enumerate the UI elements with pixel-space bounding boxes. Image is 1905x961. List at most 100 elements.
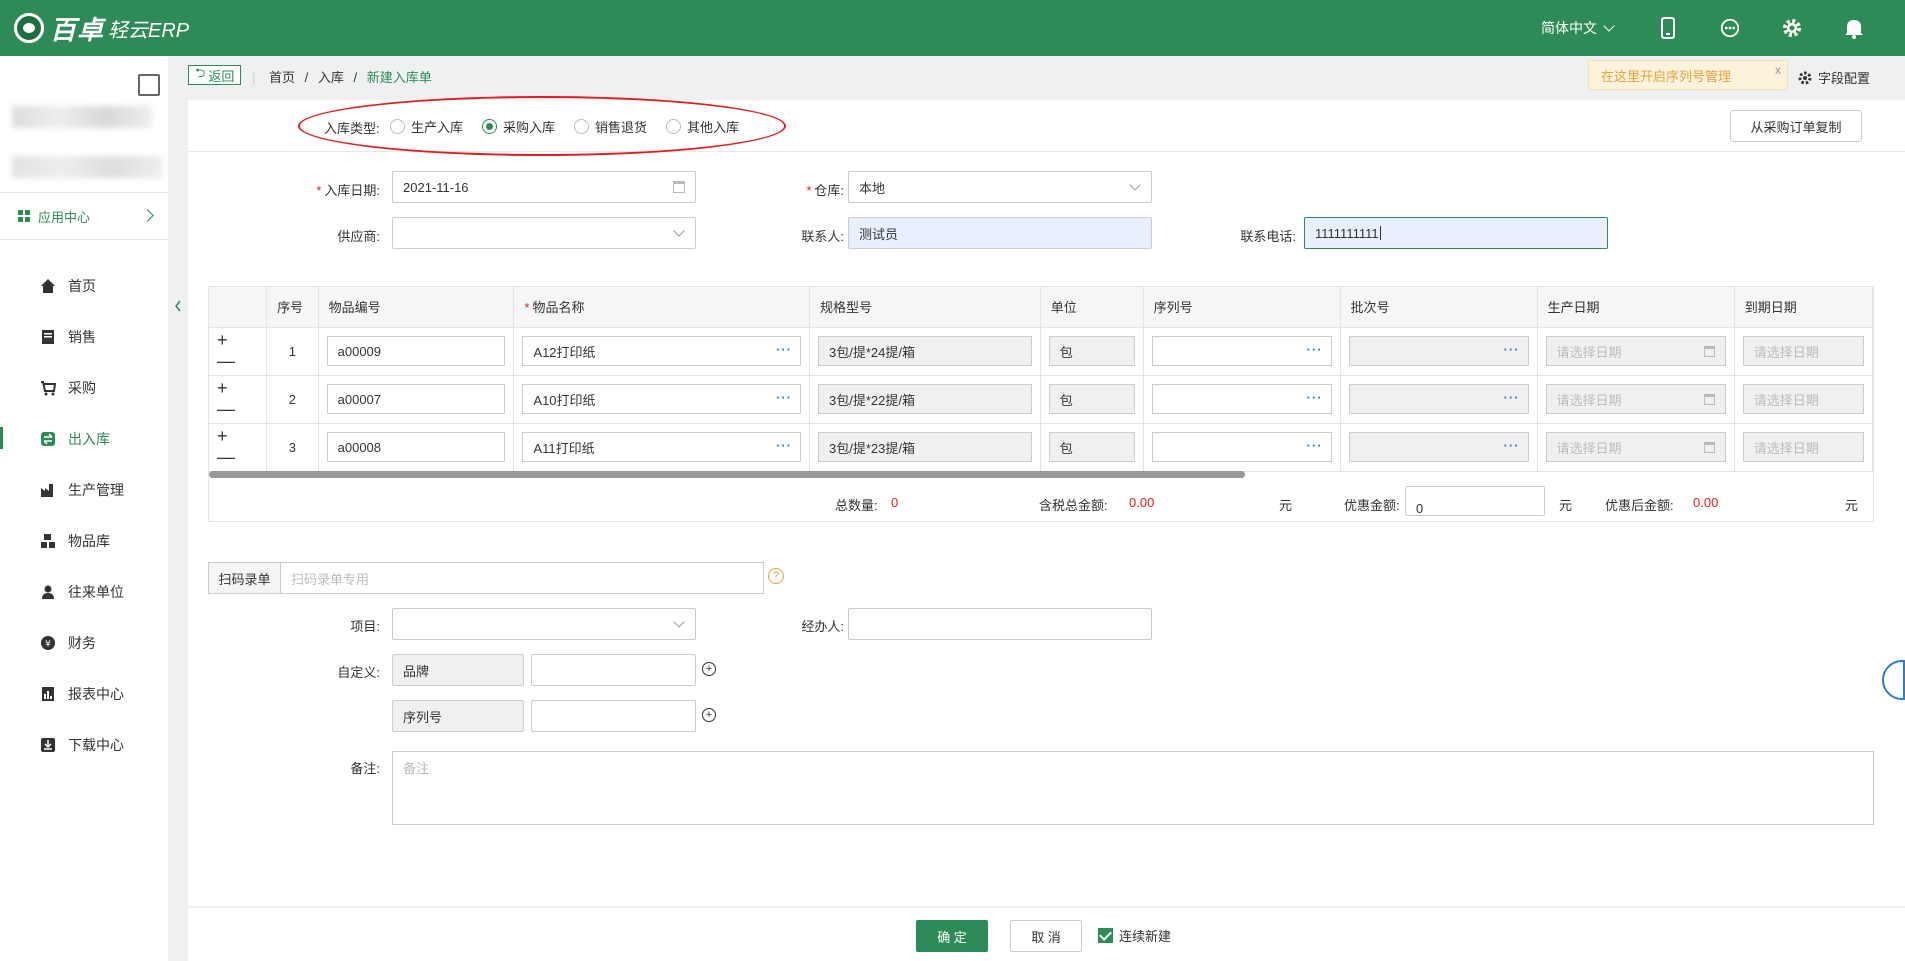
custom-name-1: 品牌 [403, 663, 430, 679]
back-button[interactable]: ⮌ 返回 [188, 65, 242, 85]
more-icon[interactable]: ··· [1307, 342, 1323, 357]
help-icon[interactable]: ? [768, 568, 784, 584]
supplier-select[interactable] [392, 217, 696, 249]
handler-label: 经办人: [801, 619, 844, 634]
unit-value: 包 [1059, 392, 1073, 408]
more-icon[interactable]: ··· [1504, 390, 1520, 405]
warehouse-select[interactable]: 本地 [848, 171, 1152, 203]
support-icon[interactable] [1719, 17, 1741, 39]
name-input[interactable]: A10打印纸 ··· [522, 384, 801, 414]
batch-input[interactable]: ··· [1348, 432, 1529, 462]
contact-field[interactable]: 测试员 [848, 217, 1152, 249]
sidebar-item-purchase[interactable]: 采购 [0, 362, 168, 413]
sidebar-item-goods[interactable]: 物品库 [0, 515, 168, 566]
chevron-down-icon [1603, 20, 1615, 32]
inbound-date-field[interactable]: 2021-11-16 [392, 171, 696, 203]
row-actions[interactable]: + — [209, 327, 268, 376]
sidebar-item-production[interactable]: 生产管理 [0, 464, 168, 515]
qr-code-icon[interactable] [138, 74, 160, 96]
radio-other-inbound[interactable]: 其他入库 [666, 117, 739, 136]
collapse-sidebar-button[interactable] [172, 296, 184, 316]
close-icon[interactable]: x [1775, 63, 1781, 77]
row-actions[interactable]: + — [209, 423, 268, 472]
radio-purchase-inbound[interactable]: 采购入库 [482, 117, 555, 136]
mfg-date-input[interactable]: 请选择日期 [1545, 336, 1726, 366]
cell-unit: 包 [1040, 375, 1144, 424]
sidebar-item-finance[interactable]: ¥ 财务 [0, 617, 168, 668]
add-circle-icon[interactable]: + [702, 708, 716, 722]
serial-input[interactable]: ··· [1151, 336, 1332, 366]
logo[interactable]: 百卓 轻云ERP [14, 8, 189, 48]
row-actions[interactable]: + — [209, 375, 268, 424]
app-center-link[interactable]: 应用中心 [0, 192, 168, 240]
mfg-date-input[interactable]: 请选择日期 [1545, 432, 1726, 462]
radio-circle-selected [482, 119, 497, 134]
serial-input[interactable]: ··· [1151, 432, 1332, 462]
more-icon[interactable]: ··· [1307, 390, 1323, 405]
batch-input[interactable]: ··· [1348, 336, 1529, 366]
sidebar-item-reports[interactable]: 报表中心 [0, 668, 168, 719]
custom-field-value-2[interactable] [531, 700, 696, 732]
exp-date-input[interactable]: 请选择日期 [1742, 384, 1864, 414]
field-config-button[interactable]: 字段配置 [1798, 68, 1870, 87]
more-icon[interactable]: ··· [776, 390, 792, 405]
date-label: * 入库日期: [316, 183, 380, 198]
sidebar-item-sales[interactable]: 销售 [0, 311, 168, 362]
phone-value: 1111111111 [1315, 225, 1379, 241]
serial-input[interactable]: ··· [1151, 384, 1332, 414]
table-row: + — 1 a00009 A12打印纸 ··· 3包/提*24提/箱 包 ··· … [209, 327, 1873, 376]
more-icon[interactable]: ··· [1504, 438, 1520, 453]
sidebar-item-download[interactable]: 下载中心 [0, 719, 168, 770]
more-icon[interactable]: ··· [776, 438, 792, 453]
language-selector[interactable]: 简体中文 [1541, 18, 1615, 38]
bell-icon[interactable] [1843, 17, 1865, 39]
gear-icon[interactable] [1781, 17, 1803, 39]
add-remove-row-buttons[interactable]: + — [217, 426, 239, 467]
continue-new-label: 连续新建 [1119, 929, 1172, 944]
confirm-button[interactable]: 确 定 [916, 920, 988, 952]
handler-field[interactable] [848, 608, 1152, 640]
scan-entry-input[interactable]: 扫码录单专用 [281, 563, 369, 593]
remark-textarea[interactable]: 备注 [392, 751, 1874, 825]
name-input[interactable]: A11打印纸 ··· [522, 432, 801, 462]
more-icon[interactable]: ··· [1504, 342, 1520, 357]
sidebar-item-contacts[interactable]: 往来单位 [0, 566, 168, 617]
add-remove-row-buttons[interactable]: + — [217, 378, 239, 419]
exp-date-input[interactable]: 请选择日期 [1742, 432, 1864, 462]
batch-input[interactable]: ··· [1348, 384, 1529, 414]
sidebar-item-label: 财务 [68, 634, 96, 651]
code-input[interactable]: a00009 [326, 336, 506, 366]
custom-field-value-1[interactable] [531, 654, 696, 686]
exp-date-input[interactable]: 请选择日期 [1742, 336, 1864, 366]
sidebar-item-label: 销售 [68, 328, 96, 345]
settings-icon [1798, 71, 1812, 84]
code-value: a00009 [337, 343, 382, 359]
name-input[interactable]: A12打印纸 ··· [522, 336, 801, 366]
breadcrumb-home[interactable]: 首页 [269, 70, 295, 85]
add-remove-row-buttons[interactable]: + — [217, 330, 239, 371]
code-input[interactable]: a00008 [326, 432, 506, 462]
mfg-date-input[interactable]: 请选择日期 [1545, 384, 1726, 414]
copy-from-po-button[interactable]: 从采购订单复制 [1730, 110, 1862, 142]
mobile-icon[interactable] [1657, 17, 1679, 39]
more-icon[interactable]: ··· [776, 342, 792, 357]
sidebar-item-label: 物品库 [68, 532, 110, 549]
continue-new-checkbox[interactable]: 连续新建 [1098, 926, 1171, 945]
more-icon[interactable]: ··· [1307, 438, 1323, 453]
code-input[interactable]: a00007 [326, 384, 506, 414]
radio-production-inbound[interactable]: 生产入库 [390, 117, 463, 136]
sidebar-item-home[interactable]: 首页 [0, 260, 168, 311]
sidebar-item-inout[interactable]: 出入库 [0, 413, 168, 464]
back-arrow-icon: ⮌ [195, 65, 206, 80]
project-select[interactable] [392, 608, 696, 640]
breadcrumb-inbound[interactable]: 入库 [318, 70, 344, 85]
phone-field[interactable]: 1111111111 [1304, 217, 1608, 249]
add-circle-icon[interactable]: + [702, 662, 716, 676]
radio-sales-return[interactable]: 销售退货 [574, 117, 647, 136]
spec-field: 3包/提*22提/箱 [818, 384, 1032, 414]
serial-tip[interactable]: 在这里开启序列号管理 x [1588, 60, 1788, 90]
discount-input[interactable]: 0 [1405, 486, 1545, 516]
horizontal-scrollbar[interactable] [209, 471, 1245, 478]
cancel-button[interactable]: 取 消 [1010, 920, 1082, 952]
scan-entry[interactable]: 扫码录单 扫码录单专用 [208, 562, 764, 594]
